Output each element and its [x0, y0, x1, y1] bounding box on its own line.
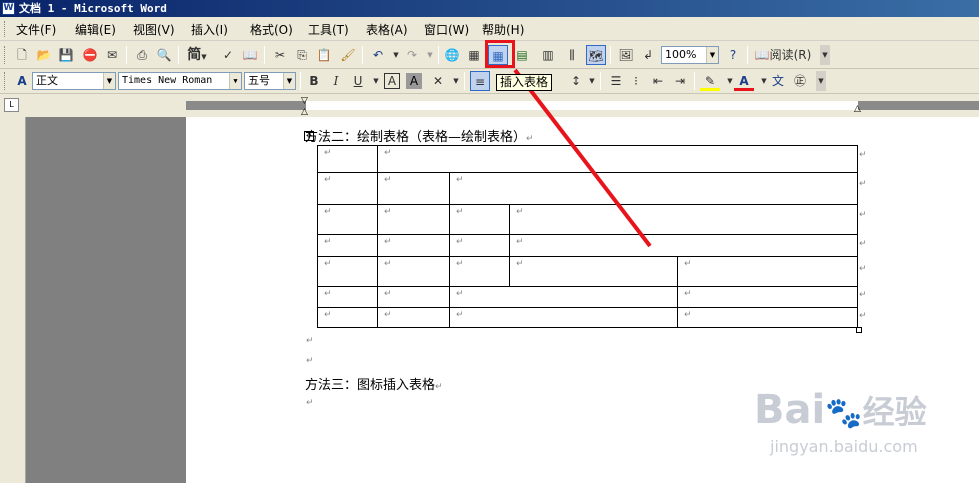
arrow-line	[513, 68, 652, 248]
insert-table-tooltip: 插入表格	[496, 74, 553, 91]
red-arrow	[513, 68, 652, 248]
